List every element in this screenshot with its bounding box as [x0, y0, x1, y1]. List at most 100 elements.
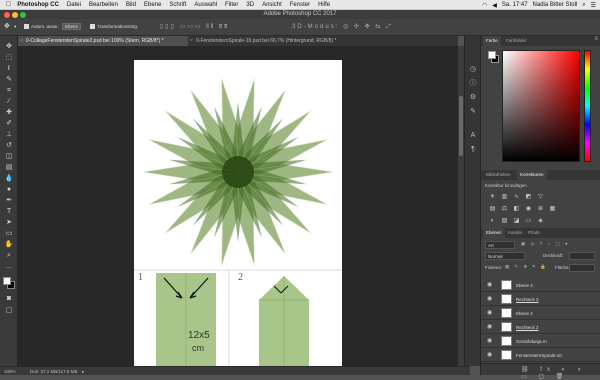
history-brush-tool-icon[interactable]: ↺ [4, 141, 14, 150]
more-tools-icon[interactable]: … [4, 262, 14, 271]
wifi-icon[interactable]: ◠ [482, 2, 487, 9]
layer-thumbnail[interactable] [501, 308, 512, 318]
visibility-eye-icon[interactable]: ◉ [487, 323, 492, 330]
tab-pfade[interactable]: Pfade [525, 228, 543, 238]
hue-slider[interactable] [584, 50, 591, 162]
layer-thumbnail[interactable] [501, 280, 512, 290]
layer-filter-dropdown[interactable]: Art [485, 241, 515, 249]
transform-controls-checkbox[interactable]: Transformationsstrg. [90, 24, 138, 30]
menu-datei[interactable]: Datei [67, 2, 81, 8]
minimize-window-button[interactable] [12, 12, 18, 18]
blur-tool-icon[interactable]: 💧 [4, 174, 14, 183]
layer-row[interactable]: ◉ FenstersternSpirale-10 [481, 348, 600, 362]
zoom-window-button[interactable] [20, 12, 26, 18]
hue-sat-adjust-icon[interactable]: ▤ [489, 206, 496, 213]
crop-tool-icon[interactable]: ⌗ [4, 86, 14, 95]
info-panel-icon[interactable]: ⓘ [469, 80, 477, 88]
eyedropper-tool-icon[interactable]: ⁄ [4, 97, 14, 106]
lock-icons[interactable]: ▦ ✎ ✥ ⌗ 🔒 [505, 264, 548, 270]
menu-schrift[interactable]: Schrift [169, 2, 186, 8]
eraser-tool-icon[interactable]: ◫ [4, 152, 14, 161]
user-name[interactable]: Nadia Bitter Stoll [533, 2, 578, 8]
screen-mode-icon[interactable]: ▢ [4, 306, 14, 315]
autoselect-checkbox[interactable]: Autom. ausw.: [24, 24, 59, 30]
hand-tool-icon[interactable]: ✋ [4, 240, 14, 249]
menu-fenster[interactable]: Fenster [290, 2, 310, 8]
move-tool-icon[interactable]: ✥ [4, 22, 10, 30]
character-panel-icon[interactable]: A [469, 132, 477, 140]
layer-thumbnail[interactable] [501, 322, 512, 332]
layer-name[interactable]: Rechteck 3 [516, 297, 539, 302]
tab-collage-document[interactable]: × 0-CollageFensterstenSpirale2.psd bei 1… [18, 36, 188, 46]
layer-filter-icons[interactable]: ▣ ◎ T ⌂ ▢ ● [521, 241, 570, 247]
menu-hilfe[interactable]: Hilfe [318, 2, 330, 8]
align-buttons[interactable]: ▯▯▯ ▭▭▭ ⫴⫴ ⩩⩩ [160, 23, 229, 31]
layer-row[interactable]: ◉ Grosshdanja.rn [481, 334, 600, 348]
menu-ansicht[interactable]: Ansicht [262, 2, 282, 8]
tab-farbe[interactable]: Farbe [483, 36, 501, 46]
selective-color-adjust-icon[interactable]: ◈ [537, 218, 544, 225]
tab-ebenen[interactable]: Ebenen [483, 228, 505, 238]
volume-icon[interactable]: ◀ [492, 2, 497, 9]
document-canvas[interactable]: 1 2 12x5 cm [134, 60, 342, 366]
healing-brush-tool-icon[interactable]: ✚ [4, 108, 14, 117]
layer-name[interactable]: Grosshdanja.rn [516, 339, 547, 344]
visibility-eye-icon[interactable]: ◉ [487, 309, 492, 316]
autoselect-target-dropdown[interactable]: Ebene [62, 23, 82, 30]
layer-thumbnail[interactable] [501, 350, 512, 360]
tab-korrekturen[interactable]: Korrekturen [517, 170, 547, 180]
layer-row[interactable]: ◉ Ebene 3 [481, 278, 600, 292]
menu-3d[interactable]: 3D [246, 2, 254, 8]
search-icon[interactable]: ⌕ [582, 2, 585, 9]
black-white-adjust-icon[interactable]: ◧ [513, 206, 520, 213]
lasso-tool-icon[interactable]: ℓ [4, 64, 14, 73]
blend-mode-dropdown[interactable]: Normal [485, 252, 525, 260]
layer-name[interactable]: Ebene 3 [516, 283, 533, 288]
invert-adjust-icon[interactable]: ◐ [489, 218, 496, 225]
clone-stamp-tool-icon[interactable]: ⊥ [4, 130, 14, 139]
opacity-field[interactable] [569, 252, 595, 260]
layer-name[interactable]: FenstersternSpirale-10 [516, 353, 562, 358]
quick-mask-icon[interactable]: ◙ [4, 294, 14, 303]
photo-filter-adjust-icon[interactable]: ◉ [525, 206, 532, 213]
color-picker-field[interactable] [502, 50, 580, 162]
history-panel-icon[interactable]: ◷ [469, 66, 477, 74]
menu-bild[interactable]: Bild [126, 2, 136, 8]
visibility-eye-icon[interactable]: ◉ [487, 351, 492, 358]
tab-bibliotheken[interactable]: Bibliotheken [483, 170, 514, 180]
3d-mode-buttons[interactable]: 3D-Modus: ◎ ✣ ✥ ⇆ ⤢ [292, 23, 393, 31]
menu-auswahl[interactable]: Auswahl [194, 2, 217, 8]
menu-app-name[interactable]: Photoshop CC [17, 2, 59, 8]
layer-footer-icons[interactable]: ⛓ fx ◐ ◑ ▭ ▢ 🗑 [521, 366, 600, 380]
channel-mixer-adjust-icon[interactable]: ⊕ [537, 206, 544, 213]
paragraph-panel-icon[interactable]: ¶ [469, 146, 477, 154]
menu-filter[interactable]: Filter [225, 2, 238, 8]
move-tool-icon[interactable]: ✥ [4, 42, 14, 51]
color-balance-adjust-icon[interactable]: ⚖ [501, 206, 508, 213]
scroll-thumb[interactable] [459, 96, 463, 156]
levels-adjust-icon[interactable]: ▥ [501, 194, 508, 201]
apple-menu-icon[interactable]:  [6, 1, 11, 8]
threshold-adjust-icon[interactable]: ◪ [513, 218, 520, 225]
tool-preset-dropdown[interactable]: ▾ [14, 24, 16, 30]
brightness-adjust-icon[interactable]: ☀ [489, 194, 496, 201]
layer-thumbnail[interactable] [501, 336, 512, 346]
layer-name[interactable]: Rechteck 2 [516, 325, 539, 330]
curves-adjust-icon[interactable]: ∿ [513, 194, 520, 201]
close-tab-icon[interactable]: × [20, 36, 23, 46]
visibility-eye-icon[interactable]: ◉ [487, 295, 492, 302]
close-window-button[interactable] [4, 12, 10, 18]
layer-thumbnail[interactable] [501, 294, 512, 304]
gradient-map-adjust-icon[interactable]: ▭ [525, 218, 532, 225]
brush-tool-icon[interactable]: ✐ [4, 119, 14, 128]
color-lookup-adjust-icon[interactable]: ▦ [549, 206, 556, 213]
clock[interactable]: Sa. 17:47 [502, 2, 528, 8]
vibrance-adjust-icon[interactable]: ▽ [537, 194, 544, 201]
layer-name[interactable]: Ebene 2 [516, 311, 533, 316]
path-selection-tool-icon[interactable]: ➤ [4, 218, 14, 227]
foreground-color-swatch[interactable] [3, 277, 11, 285]
zoom-tool-icon[interactable]: ⌕ [4, 251, 14, 260]
color-panel-foreground-swatch[interactable] [488, 51, 496, 59]
panel-menu-icon[interactable]: ≡ [594, 36, 598, 42]
visibility-eye-icon[interactable]: ◉ [487, 281, 492, 288]
